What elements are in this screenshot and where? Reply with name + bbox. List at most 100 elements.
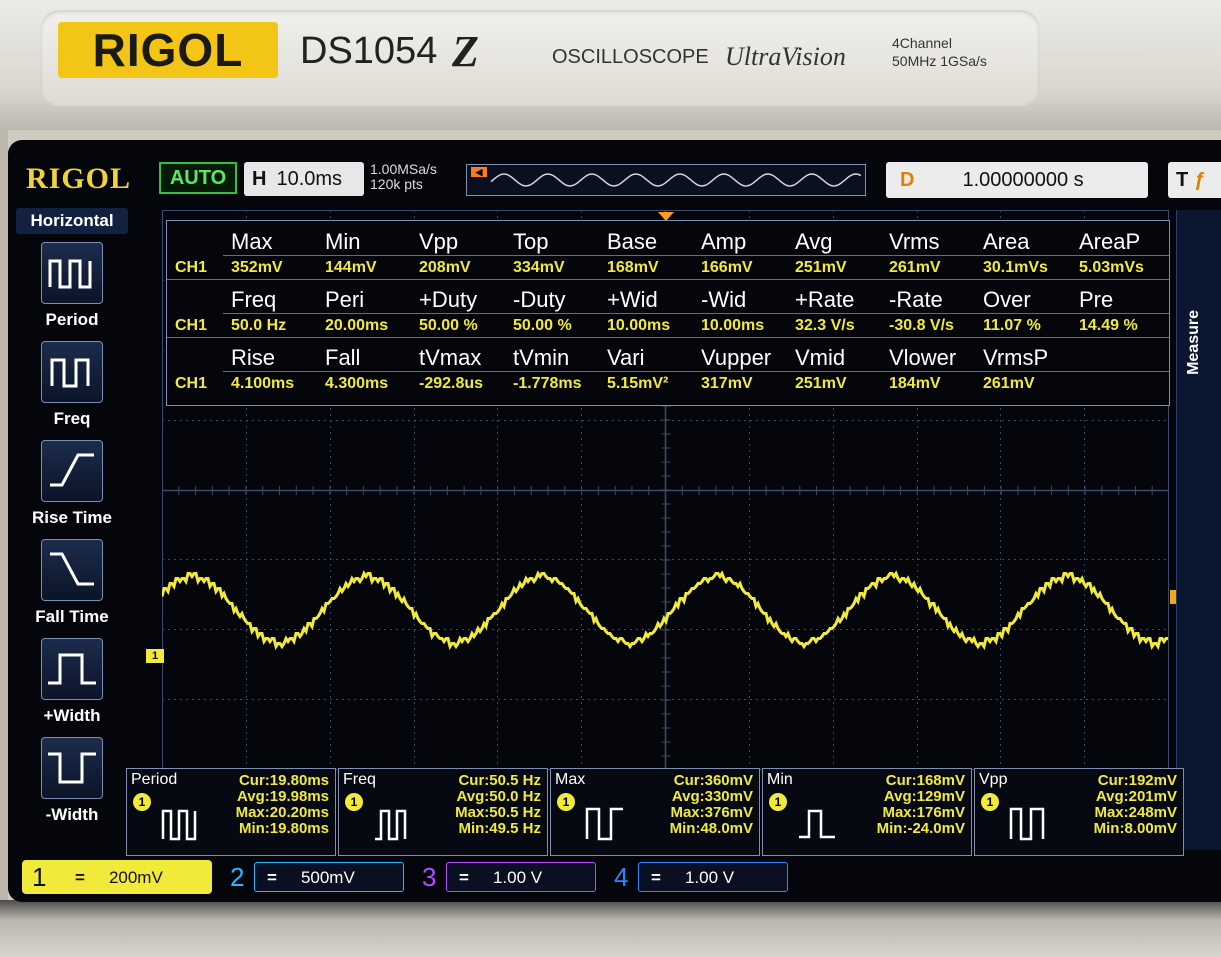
measurement-statistics: Period 1 Cur:19.80ms Avg:19.98ms Max:20.20ms… bbox=[126, 768, 1188, 858]
measure-value: 184mV bbox=[889, 375, 941, 392]
delay-display[interactable]: D 1.00000000 s bbox=[886, 162, 1148, 198]
measure-header: AreaP bbox=[1079, 229, 1141, 254]
channel-number: 2 bbox=[230, 862, 245, 892]
measure-header: Rise bbox=[231, 345, 276, 370]
header-divider bbox=[223, 313, 1169, 314]
rise-time-icon bbox=[41, 440, 103, 502]
channel-2-tab[interactable]: 2 = 500mV bbox=[214, 860, 404, 894]
measure-tab-label: Measure bbox=[1185, 310, 1202, 375]
measure-header: Vpp bbox=[419, 229, 459, 254]
measure-value: 261mV bbox=[889, 259, 941, 276]
measure-value: 50.0 Hz bbox=[231, 317, 287, 334]
model-name: DS1054 bbox=[300, 30, 438, 72]
stat-channel-badge: 1 bbox=[981, 793, 999, 811]
fall-time-icon bbox=[41, 539, 103, 601]
measure-header: Vari bbox=[607, 345, 645, 370]
measure-header: Pre bbox=[1079, 287, 1114, 312]
measure-header: +Rate bbox=[795, 287, 855, 312]
measure-value: 10.00ms bbox=[701, 317, 765, 334]
device-type: OSCILLOSCOPE bbox=[552, 46, 709, 68]
measure-value: 352mV bbox=[231, 259, 283, 276]
menu-item-width[interactable]: +Width bbox=[16, 638, 128, 736]
stat-minimum: Min:49.5 Hz bbox=[458, 820, 541, 837]
delay-value: 1.00000000 s bbox=[962, 169, 1084, 191]
channel-count: 4Channel bbox=[892, 35, 952, 51]
measure-header: Area bbox=[983, 229, 1030, 254]
stat-values: Cur:19.80ms Avg:19.98ms Max:20.20ms Min:19.… bbox=[236, 773, 329, 837]
measure-channel-label: CH1 bbox=[175, 317, 208, 334]
dc-coupling-icon: = bbox=[267, 868, 277, 887]
measure-header: Freq bbox=[231, 287, 277, 312]
measure-header: Fall bbox=[325, 345, 361, 370]
stat-panel-freq[interactable]: Freq 1 Cur:50.5 Hz Avg:50.0 Hz Max:50.5 Hz Mi… bbox=[338, 768, 548, 856]
stat-name: Freq bbox=[343, 771, 376, 788]
measure-header: +Wid bbox=[607, 287, 658, 312]
stat-panel-vpp[interactable]: Vpp 1 Cur:192mV Avg:201mV Max:248mV Min:8.00m… bbox=[974, 768, 1184, 856]
header-divider bbox=[223, 255, 1169, 256]
stat-average: Avg:129mV bbox=[883, 788, 965, 805]
menu-item-period[interactable]: Period bbox=[16, 242, 128, 340]
stat-maximum: Max:50.5 Hz bbox=[455, 804, 541, 821]
memory-waveform-overview bbox=[490, 173, 861, 187]
menu-item-fall-time[interactable]: Fall Time bbox=[16, 539, 128, 637]
stat-period-icon bbox=[161, 809, 197, 841]
run-mode-badge[interactable]: AUTO bbox=[159, 162, 237, 194]
trigger-display[interactable]: Tƒ bbox=[1168, 162, 1221, 198]
stat-maximum: Max:176mV bbox=[882, 804, 965, 821]
series-logo: UltraVision bbox=[725, 42, 846, 71]
menu-item-width[interactable]: -Width bbox=[16, 737, 128, 835]
stat-channel-badge: 1 bbox=[557, 793, 575, 811]
stat-average: Avg:50.0 Hz bbox=[456, 788, 541, 805]
model-suffix: Z bbox=[452, 27, 479, 76]
measure-value: 208mV bbox=[419, 259, 471, 276]
stat-values: Cur:360mV Avg:330mV Max:376mV Min:48.0mV bbox=[670, 773, 753, 837]
timebase-display[interactable]: H 10.0ms bbox=[244, 162, 364, 196]
stat-name: Min bbox=[767, 771, 793, 788]
measure-header: Min bbox=[325, 229, 361, 254]
measure-header: Vlower bbox=[889, 345, 957, 370]
ch1-ground-marker[interactable]: 1 bbox=[146, 649, 164, 663]
stat-panel-max[interactable]: Max 1 Cur:360mV Avg:330mV Max:376mV Min:48.0m… bbox=[550, 768, 760, 856]
menu-title: Horizontal bbox=[16, 208, 128, 234]
measure-header: -Wid bbox=[701, 287, 747, 312]
channel-4-tab[interactable]: 4 = 1.00 V bbox=[598, 860, 788, 894]
memory-depth: 120k pts bbox=[370, 176, 423, 192]
menu-item-freq[interactable]: Freq bbox=[16, 341, 128, 439]
stat-current: Cur:168mV bbox=[885, 772, 965, 789]
menu-item-rise-time[interactable]: Rise Time bbox=[16, 440, 128, 538]
stat-values: Cur:168mV Avg:129mV Max:176mV Min:-24.0mV bbox=[877, 773, 965, 837]
channel-number: 1 bbox=[32, 862, 47, 892]
measure-tab[interactable]: Measure bbox=[1176, 210, 1221, 850]
menu-item-label: Period bbox=[45, 310, 99, 329]
stat-minimum: Min:8.00mV bbox=[1093, 820, 1177, 837]
channel-scale: 1.00 V bbox=[684, 868, 735, 887]
stat-minimum: Min:-24.0mV bbox=[876, 820, 965, 837]
stat-min-icon bbox=[799, 809, 835, 839]
measure-header: Vmid bbox=[795, 345, 846, 370]
measure-value: 30.1mVs bbox=[983, 259, 1048, 276]
stat-panel-min[interactable]: Min 1 Cur:168mV Avg:129mV Max:176mV Min:-24.0… bbox=[762, 768, 972, 856]
rising-edge-icon: ƒ bbox=[1194, 169, 1206, 191]
measure-value: 5.15mV² bbox=[607, 375, 669, 392]
measurement-table: Max Min Vpp Top Base Amp Avg Vrms Area AreaP CH1 35… bbox=[166, 220, 1170, 406]
measure-value: 251mV bbox=[795, 259, 847, 276]
channel-3-tab[interactable]: 3 = 1.00 V bbox=[406, 860, 596, 894]
channel-scale-box: = 1.00 V bbox=[446, 862, 596, 892]
stat-values: Cur:192mV Avg:201mV Max:248mV Min:8.00mV bbox=[1094, 773, 1177, 837]
brand-logo: RIGOL bbox=[58, 22, 278, 78]
stat-maximum: Max:20.20ms bbox=[235, 804, 329, 821]
measure-value: 251mV bbox=[795, 375, 847, 392]
stat-channel-badge: 1 bbox=[345, 793, 363, 811]
stat-panel-period[interactable]: Period 1 Cur:19.80ms Avg:19.98ms Max:20.20ms… bbox=[126, 768, 336, 856]
screen-logo: RIGOL bbox=[26, 162, 132, 195]
measure-header: Peri bbox=[325, 287, 365, 312]
stat-vpp-icon bbox=[1009, 807, 1045, 841]
stat-channel-badge: 1 bbox=[769, 793, 787, 811]
measure-value: -30.8 V/s bbox=[889, 317, 954, 334]
menu-item-label: Fall Time bbox=[35, 607, 109, 626]
bandwidth-spec: 50MHz 1GSa/s bbox=[892, 53, 987, 69]
channel-1-tab[interactable]: 1 = 200mV bbox=[22, 860, 212, 894]
dc-coupling-icon: = bbox=[459, 868, 469, 887]
measure-value: 168mV bbox=[607, 259, 659, 276]
measure-value: -1.778ms bbox=[513, 375, 582, 392]
